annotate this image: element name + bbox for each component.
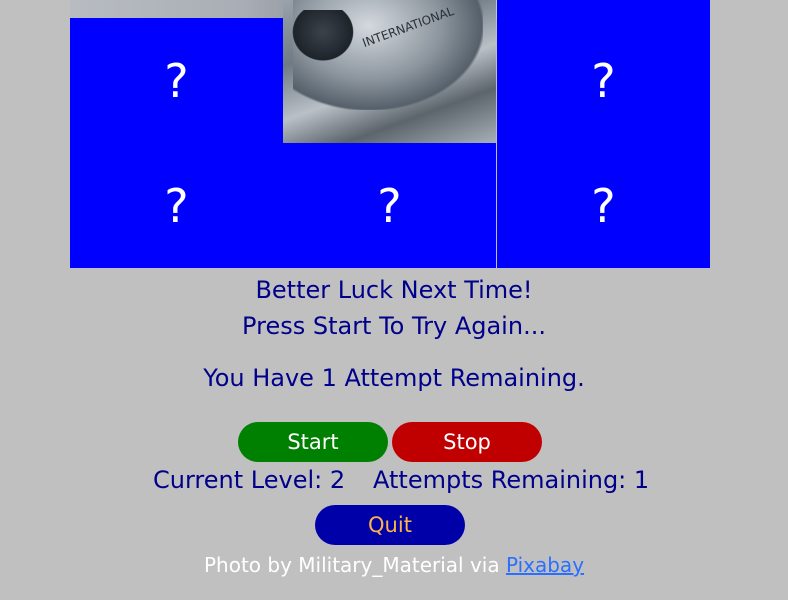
pixabay-link[interactable]: Pixabay xyxy=(506,553,584,577)
tile-2-revealed: INTERNATIONAL xyxy=(283,0,496,143)
tile-1[interactable]: ? xyxy=(70,18,283,143)
retry-prompt: Press Start To Try Again... xyxy=(242,312,546,340)
puzzle-board: ? INTERNATIONAL ? ? ? ? xyxy=(70,0,710,268)
tile-5[interactable]: ? xyxy=(283,143,496,268)
current-level: Current Level: 2 xyxy=(153,466,346,494)
attempts-remaining: Attempts Remaining: 1 xyxy=(373,466,650,494)
tile-top-right-cap xyxy=(497,0,710,18)
stop-button[interactable]: Stop xyxy=(392,422,542,462)
credit-text: Photo by Military_Material via xyxy=(203,553,500,577)
tile-question-mark: ? xyxy=(591,178,616,233)
tile-question-mark: ? xyxy=(377,178,402,233)
tile-question-mark: ? xyxy=(164,53,189,108)
attempts-notice: You Have 1 Attempt Remaining. xyxy=(203,364,585,392)
tile-6[interactable]: ? xyxy=(497,143,710,268)
tile-question-mark: ? xyxy=(164,178,189,233)
photo-credit: Photo by Military_Material via Pixabay xyxy=(0,553,788,577)
jet-image-canopy xyxy=(288,10,358,65)
result-message: Better Luck Next Time! xyxy=(255,276,533,304)
tile-question-mark: ? xyxy=(591,53,616,108)
quit-button[interactable]: Quit xyxy=(315,505,465,545)
tile-4[interactable]: ? xyxy=(70,143,283,268)
start-button[interactable]: Start xyxy=(238,422,388,462)
tile-3[interactable]: ? xyxy=(497,18,710,143)
